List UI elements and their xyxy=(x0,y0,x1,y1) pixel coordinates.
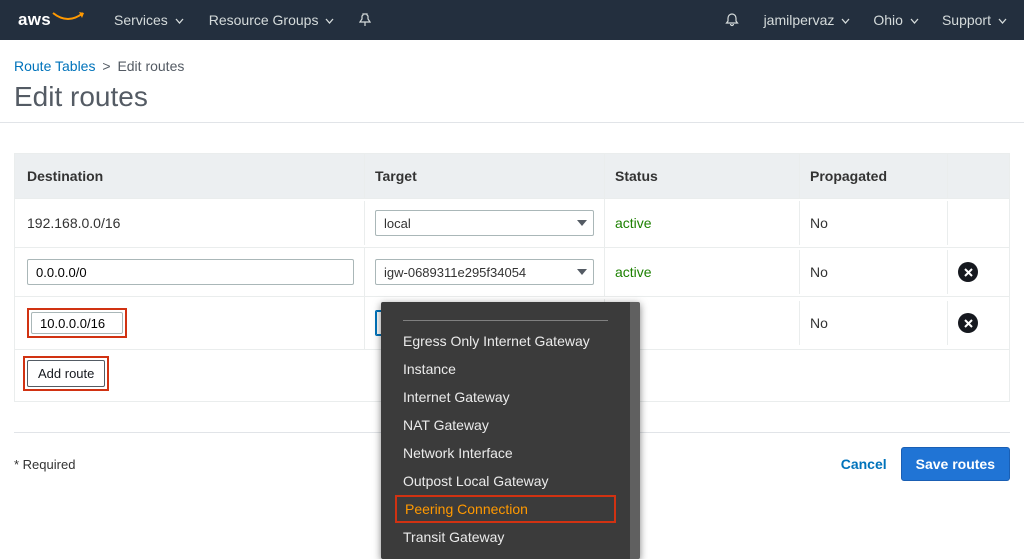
cell-target: igw-0689311e295f34054 xyxy=(365,248,605,296)
cell-propagated: No xyxy=(800,301,948,345)
menu-item-instance[interactable]: Instance xyxy=(381,355,630,383)
target-type-menu: Egress Only Internet Gateway Instance In… xyxy=(381,302,640,559)
menu-item-network-interface[interactable]: Network Interface xyxy=(381,439,630,467)
save-routes-button[interactable]: Save routes xyxy=(901,447,1010,481)
table-row: igw-0689311e295f34054 active No xyxy=(15,247,1009,296)
menu-item-transit-gateway[interactable]: Transit Gateway xyxy=(381,523,630,551)
target-select[interactable]: local xyxy=(375,210,594,236)
table-header-row: Destination Target Status Propagated xyxy=(15,154,1009,198)
aws-logo[interactable]: aws xyxy=(18,10,84,30)
top-nav: aws Services Resource Groups jamilpervaz xyxy=(0,0,1024,40)
menu-item-nat-gateway[interactable]: NAT Gateway xyxy=(381,411,630,439)
required-hint: * Required xyxy=(14,457,75,472)
nav-region-label: Ohio xyxy=(873,12,903,28)
nav-pin[interactable] xyxy=(359,13,371,27)
status-value: active xyxy=(615,215,652,231)
nav-support-menu[interactable]: Support xyxy=(942,12,1006,28)
chevron-down-icon xyxy=(175,18,183,23)
add-route-highlight: Add route xyxy=(23,356,109,391)
nav-support-label: Support xyxy=(942,12,991,28)
breadcrumb-separator: > xyxy=(99,58,113,74)
nav-user-menu[interactable]: jamilpervaz xyxy=(764,12,850,28)
chevron-down-icon xyxy=(325,18,333,23)
add-route-button[interactable]: Add route xyxy=(27,360,105,387)
target-select[interactable]: igw-0689311e295f34054 xyxy=(375,259,594,285)
nav-region-menu[interactable]: Ohio xyxy=(873,12,918,28)
chevron-down-icon xyxy=(841,18,849,23)
cell-actions xyxy=(948,250,998,294)
cell-status: active xyxy=(605,250,800,294)
menu-item-peering-connection[interactable]: Peering Connection xyxy=(395,495,616,523)
menu-item-internet-gateway[interactable]: Internet Gateway xyxy=(381,383,630,411)
propagated-value: No xyxy=(810,215,828,231)
remove-route-button[interactable] xyxy=(958,262,978,282)
aws-smile-icon xyxy=(52,10,84,26)
menu-item-outpost-local-gateway[interactable]: Outpost Local Gateway xyxy=(381,467,630,495)
chevron-down-icon xyxy=(577,220,587,226)
bell-icon xyxy=(724,12,740,28)
destination-highlight xyxy=(27,308,127,338)
cell-actions xyxy=(948,301,998,345)
table-row: 192.168.0.0/16 local active No xyxy=(15,198,1009,247)
breadcrumb-route-tables[interactable]: Route Tables xyxy=(14,58,95,74)
status-value: active xyxy=(615,264,652,280)
cell-actions xyxy=(948,201,998,245)
pin-icon xyxy=(359,13,371,27)
nav-user-label: jamilpervaz xyxy=(764,12,835,28)
col-status: Status xyxy=(605,154,800,198)
breadcrumb-current: Edit routes xyxy=(117,58,184,74)
col-target: Target xyxy=(365,154,605,198)
nav-services-label: Services xyxy=(114,12,168,28)
remove-route-button[interactable] xyxy=(958,313,978,333)
nav-notifications[interactable] xyxy=(724,12,740,28)
cell-propagated: No xyxy=(800,201,948,245)
target-value: igw-0689311e295f34054 xyxy=(384,265,526,280)
col-destination: Destination xyxy=(15,154,365,198)
col-actions xyxy=(948,154,998,198)
cell-propagated: No xyxy=(800,250,948,294)
menu-item-egress-only-igw[interactable]: Egress Only Internet Gateway xyxy=(381,327,630,355)
chevron-down-icon xyxy=(998,18,1006,23)
target-value: local xyxy=(384,216,411,231)
aws-logo-text: aws xyxy=(18,10,51,30)
cell-target: local xyxy=(365,199,605,247)
cell-destination xyxy=(15,297,365,349)
destination-input[interactable] xyxy=(27,259,354,285)
menu-divider xyxy=(403,320,608,321)
col-propagated: Propagated xyxy=(800,154,948,198)
page-title: Edit routes xyxy=(0,74,1024,123)
destination-value: 192.168.0.0/16 xyxy=(27,215,120,231)
cell-destination xyxy=(15,248,365,296)
propagated-value: No xyxy=(810,264,828,280)
breadcrumb: Route Tables > Edit routes xyxy=(0,40,1024,74)
cell-status: active xyxy=(605,201,800,245)
nav-resource-groups-label: Resource Groups xyxy=(209,12,319,28)
destination-input[interactable] xyxy=(31,312,123,334)
cancel-button[interactable]: Cancel xyxy=(841,456,887,472)
chevron-down-icon xyxy=(910,18,918,23)
cell-destination: 192.168.0.0/16 xyxy=(15,201,365,245)
nav-services[interactable]: Services xyxy=(114,12,183,28)
nav-resource-groups[interactable]: Resource Groups xyxy=(209,12,334,28)
chevron-down-icon xyxy=(577,269,587,275)
propagated-value: No xyxy=(810,315,828,331)
